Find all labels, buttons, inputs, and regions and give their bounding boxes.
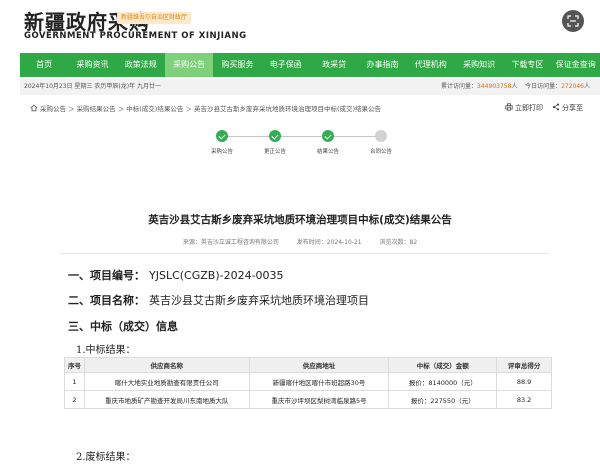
cell-supplier: 重庆市地质矿产勘查开发局川东南地质大队 bbox=[83, 390, 250, 409]
col-header-address: 供应商地址 bbox=[248, 357, 390, 373]
share-button[interactable]: 分享至 bbox=[552, 103, 583, 113]
today-visits-label: 今日访问量： bbox=[525, 83, 562, 90]
total-visits-unit: 人 bbox=[511, 83, 518, 90]
step-check-icon bbox=[216, 130, 228, 142]
share-icon bbox=[552, 103, 560, 111]
document-source: 来源：英吉沙立诚工程咨询有限公司 bbox=[182, 239, 279, 246]
today-visits-unit: 人 bbox=[583, 83, 590, 90]
publish-time: 发布时间：2024-10-21 bbox=[296, 239, 362, 246]
nav-item-downloads[interactable]: 下载专区 bbox=[503, 53, 551, 77]
award-info-heading: 三、中标（成交）信息 bbox=[68, 318, 178, 334]
nav-item-knowledge[interactable]: 采购知识 bbox=[455, 53, 503, 77]
award-results-table: 序号 供应商名称 供应商地址 中标（成交）金额 评审总得分 1 喀什大地实业地质… bbox=[64, 357, 552, 409]
nav-item-policy[interactable]: 政策法规 bbox=[117, 53, 165, 77]
process-steps: 采购公告 更正公告 结果公告 合同公告 bbox=[0, 125, 600, 165]
nav-item-deposit-query[interactable]: 保证金查询 bbox=[552, 53, 600, 77]
table-row: 2 重庆市地质矿产勘查开发局川东南地质大队 重庆市沙坪坝区梨树湾临泉路5号 报价… bbox=[64, 390, 552, 409]
step-purchase-notice[interactable]: 采购公告 bbox=[202, 125, 242, 155]
award-results-heading: 1.中标结果： bbox=[76, 345, 136, 356]
cell-score: 83.2 bbox=[496, 390, 552, 409]
cell-amount: 报价：8140000（元） bbox=[388, 372, 498, 391]
step-label: 结果公告 bbox=[316, 149, 339, 155]
scan-icon bbox=[567, 15, 579, 27]
col-header-index: 序号 bbox=[64, 357, 85, 373]
table-header-row: 序号 供应商名称 供应商地址 中标（成交）金额 评审总得分 bbox=[64, 357, 552, 373]
site-logo-subtitle: GOVERNMENT PROCUREMENT OF XINJIANG bbox=[24, 31, 247, 41]
cell-index: 1 bbox=[64, 372, 85, 391]
cell-score: 88.9 bbox=[496, 372, 552, 391]
breadcrumb-text[interactable]: 采购公告 ＞ 采购结果公告 ＞ 中标(成交)结果公告 ＞ 英吉沙县艾古斯乡废弃采… bbox=[40, 105, 381, 113]
col-header-amount: 中标（成交）金额 bbox=[388, 357, 498, 373]
project-number-value: YJSLC(CGZB)-2024-0035 bbox=[149, 269, 284, 282]
step-result-notice[interactable]: 结果公告 bbox=[308, 125, 348, 155]
cell-index: 2 bbox=[64, 390, 85, 409]
step-check-icon bbox=[269, 130, 281, 142]
info-bar: 2024年10月23日 星期三 农历甲辰(龙)年 九月廿一 累计访问量：3449… bbox=[20, 79, 600, 95]
step-label: 合同公告 bbox=[369, 149, 392, 155]
visit-stats: 累计访问量：344903758人 今日访问量：272046人 bbox=[441, 79, 590, 95]
total-visits-value: 344903758 bbox=[477, 83, 512, 90]
cell-address: 重庆市沙坪坝区梨树湾临泉路5号 bbox=[248, 390, 390, 409]
step-check-icon bbox=[322, 130, 334, 142]
current-date: 2024年10月23日 星期三 农历甲辰(龙)年 九月廿一 bbox=[24, 83, 161, 90]
share-label: 分享至 bbox=[562, 104, 583, 112]
scan-button[interactable] bbox=[562, 10, 584, 32]
project-number-label: 一、项目编号： bbox=[68, 269, 145, 282]
home-icon[interactable] bbox=[30, 104, 38, 112]
col-header-supplier: 供应商名称 bbox=[83, 357, 250, 373]
failed-bids-heading: 2.废标结果： bbox=[76, 452, 136, 463]
step-correction-notice[interactable]: 更正公告 bbox=[255, 125, 295, 155]
main-nav: 首页 采购资讯 政策法规 采购公告 购买服务 电子保函 政采贷 办事指南 代理机… bbox=[20, 53, 600, 77]
nav-item-home[interactable]: 首页 bbox=[20, 53, 68, 77]
step-label: 采购公告 bbox=[210, 149, 233, 155]
project-number-row: 一、项目编号： YJSLC(CGZB)-2024-0035 bbox=[68, 267, 284, 283]
print-label: 立即打印 bbox=[515, 104, 543, 112]
nav-item-agencies[interactable]: 代理机构 bbox=[407, 53, 455, 77]
nav-item-news[interactable]: 采购资讯 bbox=[68, 53, 116, 77]
nav-item-loan[interactable]: 政采贷 bbox=[310, 53, 358, 77]
authority-tag[interactable]: 新疆维吾尔自治区财政厅 bbox=[117, 12, 192, 24]
project-name-row: 二、项目名称： 英吉沙县艾古斯乡废弃采坑地质环境治理项目 bbox=[68, 292, 369, 308]
document-title: 英吉沙县艾古斯乡废弃采坑地质环境治理项目中标(成交)结果公告 bbox=[148, 214, 452, 226]
step-pending-icon bbox=[375, 130, 387, 142]
project-name-label: 二、项目名称： bbox=[68, 294, 145, 307]
title-divider bbox=[60, 253, 550, 254]
table-row: 1 喀什大地实业地质勘查有限责任公司 新疆喀什地区喀什市班超路30号 报价：81… bbox=[64, 372, 552, 391]
nav-item-e-guarantee[interactable]: 电子保函 bbox=[262, 53, 310, 77]
print-icon bbox=[505, 103, 513, 111]
step-contract-notice[interactable]: 合同公告 bbox=[361, 125, 401, 155]
print-button[interactable]: 立即打印 bbox=[505, 103, 543, 113]
today-visits-value: 272046 bbox=[561, 83, 584, 90]
cell-supplier: 喀什大地实业地质勘查有限责任公司 bbox=[83, 372, 250, 391]
nav-item-announcements[interactable]: 采购公告 bbox=[164, 53, 214, 77]
view-count: 浏览次数：82 bbox=[379, 239, 418, 246]
nav-item-services[interactable]: 购买服务 bbox=[213, 53, 261, 77]
col-header-score: 评审总得分 bbox=[496, 357, 552, 373]
document-meta: 来源：英吉沙立诚工程咨询有限公司 发布时间：2024-10-21 浏览次数：82 bbox=[0, 237, 600, 246]
breadcrumb: 采购公告 ＞ 采购结果公告 ＞ 中标(成交)结果公告 ＞ 英吉沙县艾古斯乡废弃采… bbox=[30, 103, 381, 113]
site-header: 新疆政府采购 GOVERNMENT PROCUREMENT OF XINJIAN… bbox=[0, 0, 600, 50]
step-label: 更正公告 bbox=[263, 149, 286, 155]
nav-item-guide[interactable]: 办事指南 bbox=[358, 53, 406, 77]
award-info-label: 三、中标（成交）信息 bbox=[68, 320, 178, 333]
cell-address: 新疆喀什地区喀什市班超路30号 bbox=[248, 372, 390, 391]
cell-amount: 报价：227550（元） bbox=[388, 390, 498, 409]
total-visits-label: 累计访问量： bbox=[441, 83, 478, 90]
project-name-value: 英吉沙县艾古斯乡废弃采坑地质环境治理项目 bbox=[149, 294, 369, 307]
